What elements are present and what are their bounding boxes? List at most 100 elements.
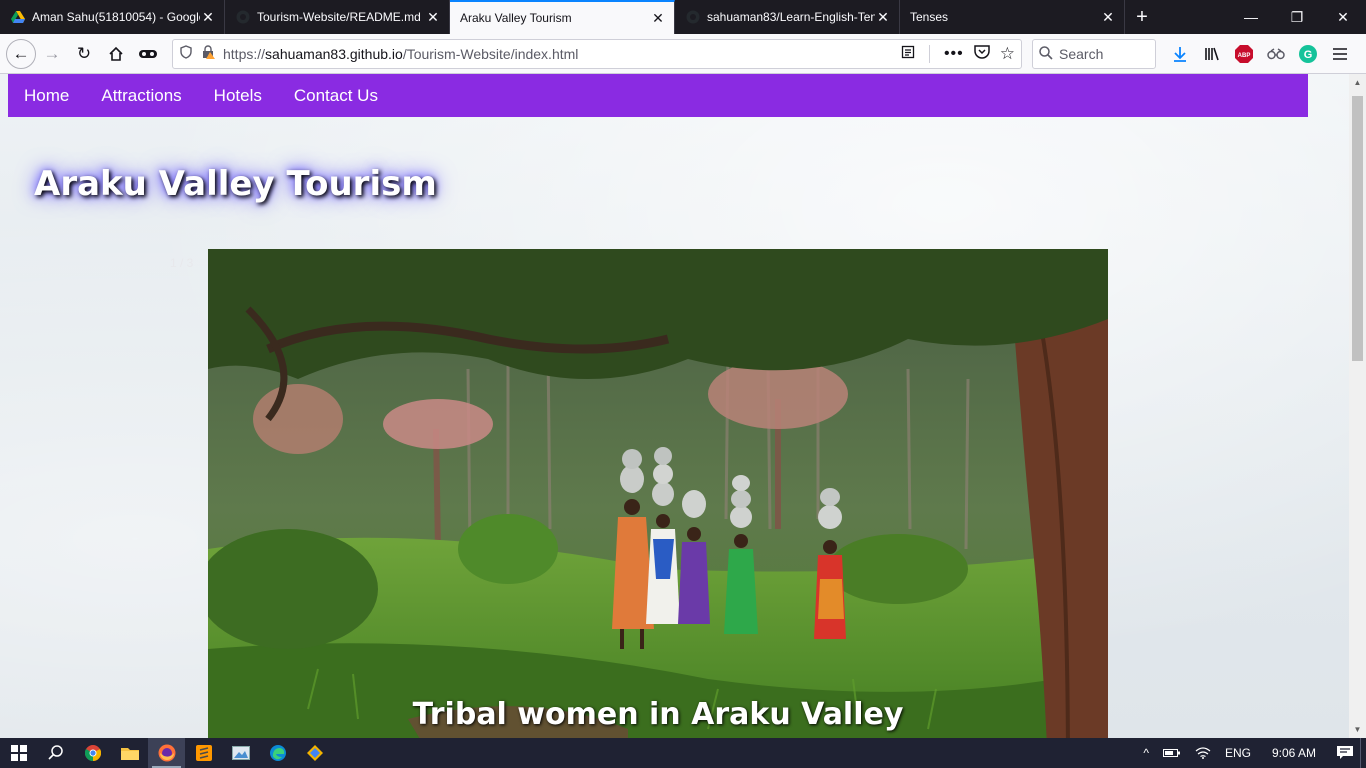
scroll-down-arrow-icon[interactable]: ▼ (1349, 721, 1366, 738)
new-tab-button[interactable]: + (1125, 0, 1159, 34)
home-icon (109, 46, 123, 61)
taskbar-photos[interactable] (222, 738, 259, 768)
tab-tenses[interactable]: Tenses ✕ (900, 0, 1125, 34)
close-tab-icon[interactable]: ✕ (650, 10, 666, 26)
page-actions-icon[interactable]: ••• (944, 45, 964, 63)
close-tab-icon[interactable]: ✕ (425, 9, 441, 25)
mask-icon (139, 49, 157, 58)
taskbar-edge[interactable] (259, 738, 296, 768)
menu-button[interactable] (1324, 38, 1356, 70)
insecure-lock-icon[interactable] (201, 44, 215, 64)
tab-title: Aman Sahu(51810054) - Google (32, 10, 200, 24)
tab-github-readme[interactable]: Tourism-Website/README.md ✕ (225, 0, 450, 34)
glasses-extension-icon (1267, 48, 1285, 60)
tab-title: Tenses (910, 10, 949, 24)
extension-button[interactable] (1260, 38, 1292, 70)
nav-attractions-link[interactable]: Attractions (85, 86, 197, 106)
navigation-toolbar: ← → ↻ https://sahuaman83.github.io/Touri… (0, 34, 1366, 74)
tab-title: Araku Valley Tourism (460, 11, 572, 25)
taskbar-search-button[interactable] (37, 738, 74, 768)
slideshow-image: Tribal women in Araku Valley (208, 249, 1108, 738)
show-hidden-icons-chevron[interactable]: ^ (1136, 746, 1156, 760)
tab-araku-valley[interactable]: Araku Valley Tourism ✕ (450, 0, 675, 34)
tribal-women-photo (208, 249, 1108, 738)
toolbar-right: ABP G (1164, 38, 1356, 70)
search-icon (1039, 45, 1053, 63)
system-clock[interactable]: 9:06 AM (1258, 746, 1330, 760)
minimize-button[interactable]: — (1228, 0, 1274, 34)
photos-icon (231, 746, 250, 760)
folder-icon (120, 748, 139, 760)
tab-strip: Aman Sahu(51810054) - Google ✕ Tourism-W… (0, 0, 1366, 34)
adblock-plus-icon: ABP (1235, 45, 1253, 63)
site-heading: Araku Valley Tourism (34, 164, 437, 204)
url-path: /Tourism-Website/index.html (402, 46, 579, 62)
close-tab-icon[interactable]: ✕ (1100, 9, 1116, 25)
site-navbar: Home Attractions Hotels Contact Us (8, 74, 1308, 117)
github-icon (685, 9, 701, 25)
close-tab-icon[interactable]: ✕ (875, 9, 891, 25)
close-tab-icon[interactable]: ✕ (200, 9, 216, 25)
start-button[interactable] (0, 738, 37, 768)
tab-title: Tourism-Website/README.md (257, 10, 421, 24)
url-bar[interactable]: https://sahuaman83.github.io/Tourism-Web… (172, 39, 1022, 69)
battery-icon[interactable] (1156, 748, 1188, 758)
search-placeholder: Search (1059, 46, 1104, 62)
scrollbar-thumb[interactable] (1352, 96, 1363, 361)
firefox-icon (158, 744, 175, 762)
home-button[interactable] (100, 38, 132, 70)
edge-icon (269, 745, 286, 761)
google-drive-icon (10, 9, 26, 25)
url-scheme: https:// (223, 46, 266, 62)
page-scrollbar[interactable]: ▲ ▼ (1349, 74, 1366, 738)
nav-hotels-link[interactable]: Hotels (198, 86, 278, 106)
scroll-up-arrow-icon[interactable]: ▲ (1349, 74, 1366, 91)
hamburger-menu-icon (1333, 48, 1347, 60)
nav-home-link[interactable]: Home (8, 86, 85, 106)
system-tray: ^ ENG 9:06 AM (1136, 738, 1366, 768)
library-icon (1205, 47, 1219, 61)
reader-view-icon[interactable] (901, 45, 915, 64)
taskbar-firefox[interactable] (148, 738, 185, 768)
reload-button[interactable]: ↻ (68, 38, 100, 70)
action-center-icon[interactable] (1330, 746, 1360, 760)
nav-contact-link[interactable]: Contact Us (278, 86, 394, 106)
search-icon (47, 745, 63, 760)
svg-text:ABP: ABP (1238, 53, 1251, 59)
private-mask-button[interactable] (132, 38, 164, 70)
tab-github-learn-english[interactable]: sahuaman83/Learn-English-Ten ✕ (675, 0, 900, 34)
chrome-icon (84, 745, 101, 761)
grammarly-icon: G (1299, 45, 1317, 63)
taskbar-file-explorer[interactable] (111, 738, 148, 768)
input-language[interactable]: ENG (1218, 746, 1258, 760)
show-desktop-button[interactable] (1360, 738, 1366, 768)
download-icon (1174, 47, 1186, 62)
taskbar-git-app[interactable] (296, 738, 333, 768)
pocket-icon[interactable] (974, 44, 990, 64)
restore-button[interactable]: ❐ (1274, 0, 1320, 34)
downloads-button[interactable] (1164, 38, 1196, 70)
close-window-button[interactable]: ✕ (1320, 0, 1366, 34)
bookmark-star-icon[interactable]: ☆ (1000, 44, 1015, 64)
window-controls: — ❐ ✕ (1228, 0, 1366, 34)
back-button[interactable]: ← (6, 38, 36, 69)
grammarly-button[interactable]: G (1292, 38, 1324, 70)
taskbar-sublime-text[interactable] (185, 738, 222, 768)
url-host: sahuaman83.github.io (265, 46, 403, 62)
svg-text:G: G (1304, 49, 1313, 61)
git-diamond-icon (306, 745, 323, 761)
search-input[interactable]: Search (1032, 39, 1156, 69)
tab-google-drive[interactable]: Aman Sahu(51810054) - Google ✕ (0, 0, 225, 34)
slide-counter: 1 / 3 (170, 256, 194, 270)
wifi-icon[interactable] (1188, 747, 1218, 759)
tracking-shield-icon[interactable] (179, 44, 193, 64)
slide-caption: Tribal women in Araku Valley (412, 697, 904, 732)
sublime-text-icon (195, 745, 212, 761)
adblock-plus-button[interactable]: ABP (1228, 38, 1260, 70)
tab-title: sahuaman83/Learn-English-Ten (707, 10, 875, 24)
taskbar-chrome[interactable] (74, 738, 111, 768)
url-text[interactable]: https://sahuaman83.github.io/Tourism-Web… (223, 46, 901, 62)
library-button[interactable] (1196, 38, 1228, 70)
forward-button[interactable]: → (36, 38, 68, 70)
github-icon (235, 9, 251, 25)
